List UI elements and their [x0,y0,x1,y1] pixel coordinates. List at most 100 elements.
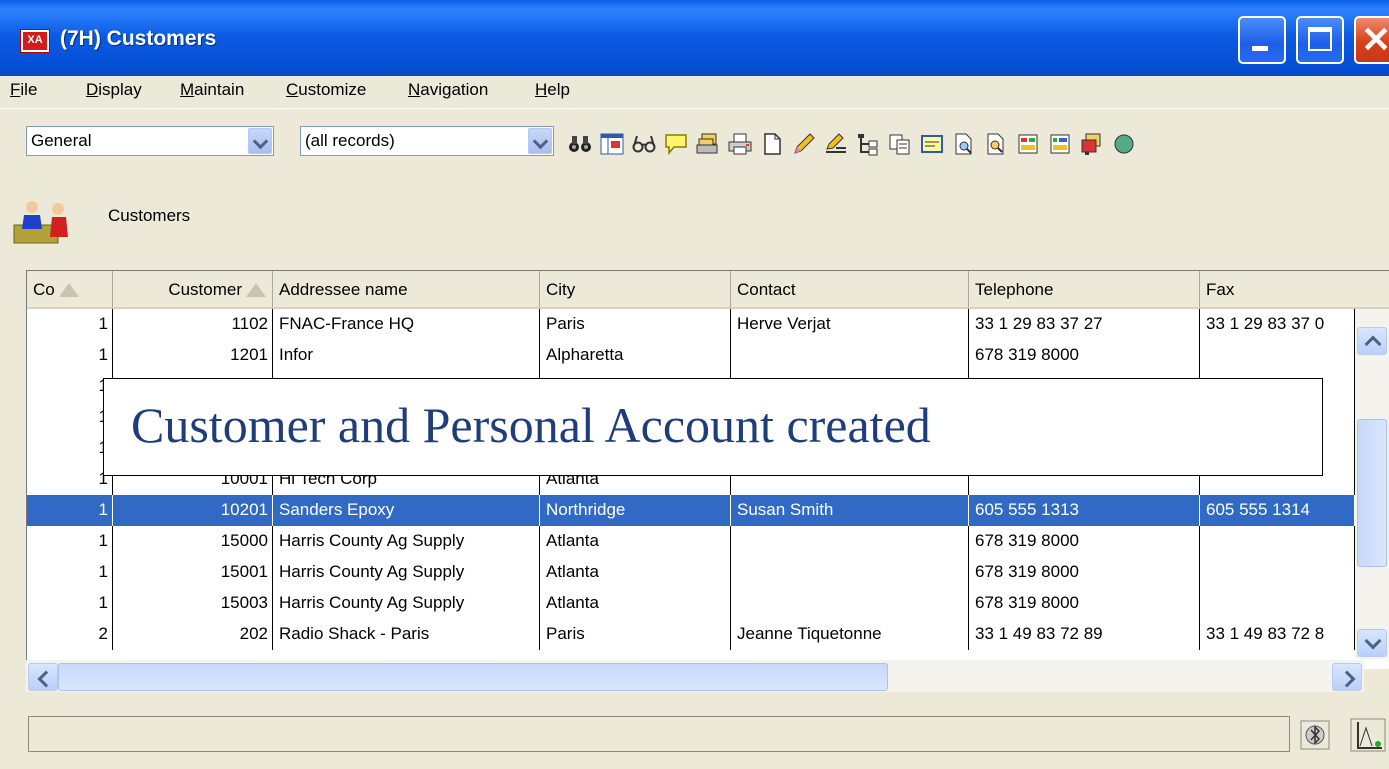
menu-maintain[interactable]: Maintain [180,80,244,100]
cell-customer: 15001 [113,557,273,588]
cell-co: 1 [27,495,113,526]
cell-customer: 15003 [113,588,273,619]
glasses-icon[interactable] [632,132,656,156]
scroll-down-button[interactable] [1357,629,1387,657]
cell-fax [1200,526,1355,557]
cell-city: Atlanta [540,557,731,588]
tree-icon[interactable] [856,132,880,156]
menu-file[interactable]: File [10,80,37,100]
status-bar [28,716,1290,752]
cell-co: 1 [27,557,113,588]
cell-customer: 1201 [113,340,273,371]
table-row[interactable]: 1 1201 Infor Alpharetta 678 319 8000 [27,340,1355,371]
customers-icon [13,201,68,244]
view-select[interactable]: General [26,126,274,156]
cell-name: Infor [273,340,540,371]
form-icon[interactable] [920,132,944,156]
cell-co: 1 [27,309,113,340]
scroll-up-button[interactable] [1357,327,1387,355]
cell-customer: 10201 [113,495,273,526]
horizontal-scroll-thumb[interactable] [58,663,888,691]
table-row[interactable]: 1 1102 FNAC-France HQ Paris Herve Verjat 33 1… [27,309,1355,340]
toolbar: General (all records) [0,108,1389,179]
menu-help[interactable]: Help [535,80,570,100]
section-title: Customers [108,206,191,225]
table-view-icon[interactable] [600,132,624,156]
app-icon-label: XA [27,34,43,46]
cell-fax [1200,557,1355,588]
close-button[interactable]: ✕ [1354,16,1389,64]
cell-phone: 678 319 8000 [969,340,1200,371]
print-icon[interactable] [728,132,752,156]
more-icon[interactable] [1112,132,1136,156]
vertical-scroll-thumb[interactable] [1357,419,1387,567]
cell-co: 1 [27,464,113,495]
column-header-fax[interactable]: Fax [1200,271,1389,309]
title-bar[interactable]: XA (7H) Customers ✕ [0,0,1389,80]
scroll-right-button[interactable] [1332,663,1362,691]
page-zoom-icon[interactable] [984,132,1008,156]
column-header-co[interactable]: Co [27,271,113,309]
chevron-down-icon[interactable] [248,128,272,154]
minimize-button[interactable] [1238,16,1286,64]
stack-icon[interactable] [696,132,720,156]
copy-icon[interactable] [888,132,912,156]
cell-fax [1200,588,1355,619]
app-icon[interactable]: XA [20,29,50,53]
message-overlay: Customer and Personal Account created [103,378,1323,476]
scroll-left-button[interactable] [28,663,58,691]
cell-co: 1 [27,340,113,371]
page-search-icon[interactable] [952,132,976,156]
cell-city: Atlanta [540,588,731,619]
table-row[interactable]: 1 15003 Harris County Ag Supply Atlanta 678 … [27,588,1355,619]
cell-phone: 605 555 1313 [969,495,1200,526]
edit-lines-icon[interactable] [824,132,848,156]
cell-name: Sanders Epoxy [273,495,540,526]
cell-contact [731,588,969,619]
new-document-icon[interactable] [760,132,784,156]
cell-co: 1 [27,371,113,402]
cell-fax: 605 555 1314 [1200,495,1355,526]
cell-contact [731,340,969,371]
export-icon[interactable] [1080,132,1104,156]
table-row[interactable]: 1 15000 Harris County Ag Supply Atlanta 678 … [27,526,1355,557]
column-header-customer[interactable]: Customer [113,271,273,309]
menu-display[interactable]: Display [86,80,142,100]
vertical-scrollbar[interactable] [1355,309,1389,659]
cell-customer: 15000 [113,526,273,557]
cell-fax: 33 1 49 83 72 8 [1200,619,1355,650]
cell-name: Harris County Ag Supply [273,557,540,588]
table-row[interactable]: 1 15001 Harris County Ag Supply Atlanta 678 … [27,557,1355,588]
cell-name: Harris County Ag Supply [273,588,540,619]
view-select-value: General [31,131,92,150]
sort-asc-icon [58,283,79,297]
menu-customize[interactable]: Customize [286,80,366,100]
horizontal-scrollbar[interactable] [26,660,1364,692]
filter-select[interactable]: (all records) [300,126,554,156]
column-header-addressee[interactable]: Addressee name [273,271,540,309]
cell-customer: 202 [113,619,273,650]
binoculars-icon[interactable] [568,132,592,156]
chart-status-icon[interactable] [1350,718,1386,752]
cell-phone: 678 319 8000 [969,526,1200,557]
cell-city: Paris [540,309,731,340]
message-text: Customer and Personal Account created [131,397,931,453]
chevron-down-icon[interactable] [528,128,552,154]
maximize-button[interactable] [1296,16,1344,64]
cell-co: 1 [27,588,113,619]
report-list-icon[interactable] [1048,132,1072,156]
cell-co: 1 [27,526,113,557]
menu-navigation[interactable]: Navigation [408,80,488,100]
report-icon[interactable] [1016,132,1040,156]
column-header-city[interactable]: City [540,271,731,309]
note-icon[interactable] [664,132,688,156]
pencil-icon[interactable] [792,132,816,156]
window-title: (7H) Customers [60,27,217,50]
bluetooth-status-icon[interactable] [1300,720,1330,750]
table-row[interactable]: 2 202 Radio Shack - Paris Paris Jeanne Tique… [27,619,1355,650]
cell-phone: 678 319 8000 [969,588,1200,619]
column-header-telephone[interactable]: Telephone [969,271,1200,309]
column-header-contact[interactable]: Contact [731,271,969,309]
cell-name: FNAC-France HQ [273,309,540,340]
table-row[interactable]: 1 10201 Sanders Epoxy Northridge Susan Smith… [27,495,1355,526]
